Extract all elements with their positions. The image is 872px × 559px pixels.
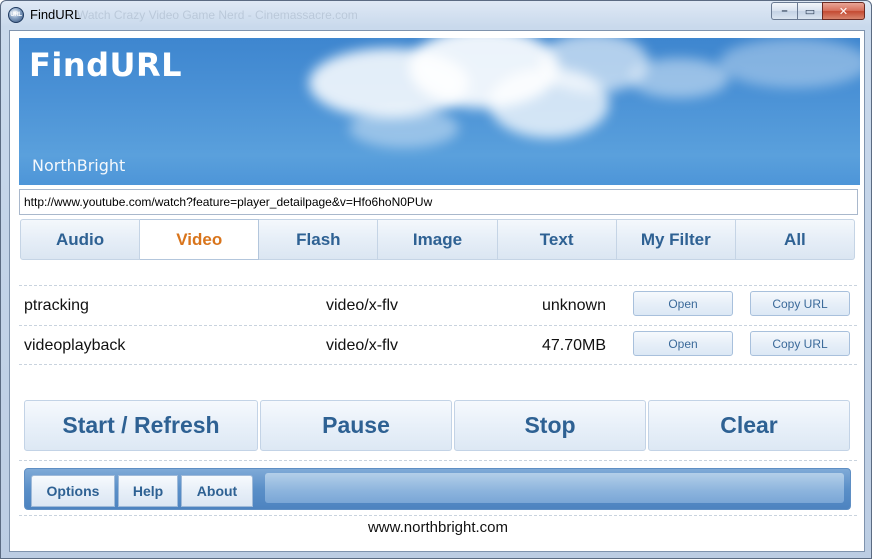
open-button[interactable]: Open [633,291,733,316]
item-name: ptracking [24,297,89,314]
background-window-title: Watch Crazy Video Game Nerd - Cinemassac… [77,8,358,22]
tab-text[interactable]: Text [497,219,617,260]
filter-tabs: Audio Video Flash Image Text My Filter A… [20,219,855,260]
cloud-decoration [719,38,860,88]
cloud-decoration [349,108,459,148]
client-area: FindURL NorthBright Audio Video Flash Im… [9,30,865,552]
app-window: URL FindURL Watch Crazy Video Game Nerd … [0,0,872,559]
window-title: FindURL [30,7,82,22]
list-item[interactable]: videoplayback video/x-flv 47.70MB Open C… [19,325,857,365]
bottom-menu-bar: Options Help About [24,468,851,510]
start-refresh-button[interactable]: Start / Refresh [24,400,258,451]
tab-my-filter[interactable]: My Filter [616,219,736,260]
maximize-icon: ▭ [804,5,816,18]
header-banner: FindURL NorthBright [19,38,860,185]
pause-button[interactable]: Pause [260,400,452,451]
app-icon[interactable]: URL [8,7,24,23]
banner-subtitle: NorthBright [32,156,126,175]
results-list: ptracking video/x-flv unknown Open Copy … [19,285,857,365]
minimize-icon: – [781,5,788,17]
minimize-button[interactable]: – [771,2,797,20]
item-size: unknown [541,297,606,314]
item-size: 47.70MB [541,337,606,354]
caption-buttons: – ▭ ✕ [771,2,865,20]
app-icon-text: URL [10,12,22,18]
close-icon: ✕ [838,5,849,18]
about-button[interactable]: About [181,475,253,507]
tab-image[interactable]: Image [378,219,498,260]
url-input[interactable] [19,189,858,215]
clear-button[interactable]: Clear [648,400,850,451]
divider [19,515,857,516]
list-item[interactable]: ptracking video/x-flv unknown Open Copy … [19,285,857,325]
open-button[interactable]: Open [633,331,733,356]
item-name: videoplayback [24,337,126,354]
options-button[interactable]: Options [31,475,115,507]
tab-all[interactable]: All [735,219,855,260]
menu-bar-gloss [265,473,844,503]
website-link[interactable]: www.northbright.com [19,519,857,536]
maximize-button[interactable]: ▭ [797,2,822,20]
copy-url-button[interactable]: Copy URL [750,331,850,356]
help-button[interactable]: Help [118,475,178,507]
item-type: video/x-flv [326,297,399,314]
divider [19,460,857,461]
title-bar[interactable]: URL FindURL Watch Crazy Video Game Nerd … [1,1,871,29]
close-button[interactable]: ✕ [822,2,865,20]
cloud-decoration [629,58,729,98]
action-buttons: Start / Refresh Pause Stop Clear [24,400,850,451]
tab-flash[interactable]: Flash [259,219,379,260]
stop-button[interactable]: Stop [454,400,646,451]
tab-audio[interactable]: Audio [20,219,141,260]
copy-url-button[interactable]: Copy URL [750,291,850,316]
tab-video[interactable]: Video [140,219,260,260]
banner-title: FindURL [29,46,183,84]
item-type: video/x-flv [326,337,399,354]
